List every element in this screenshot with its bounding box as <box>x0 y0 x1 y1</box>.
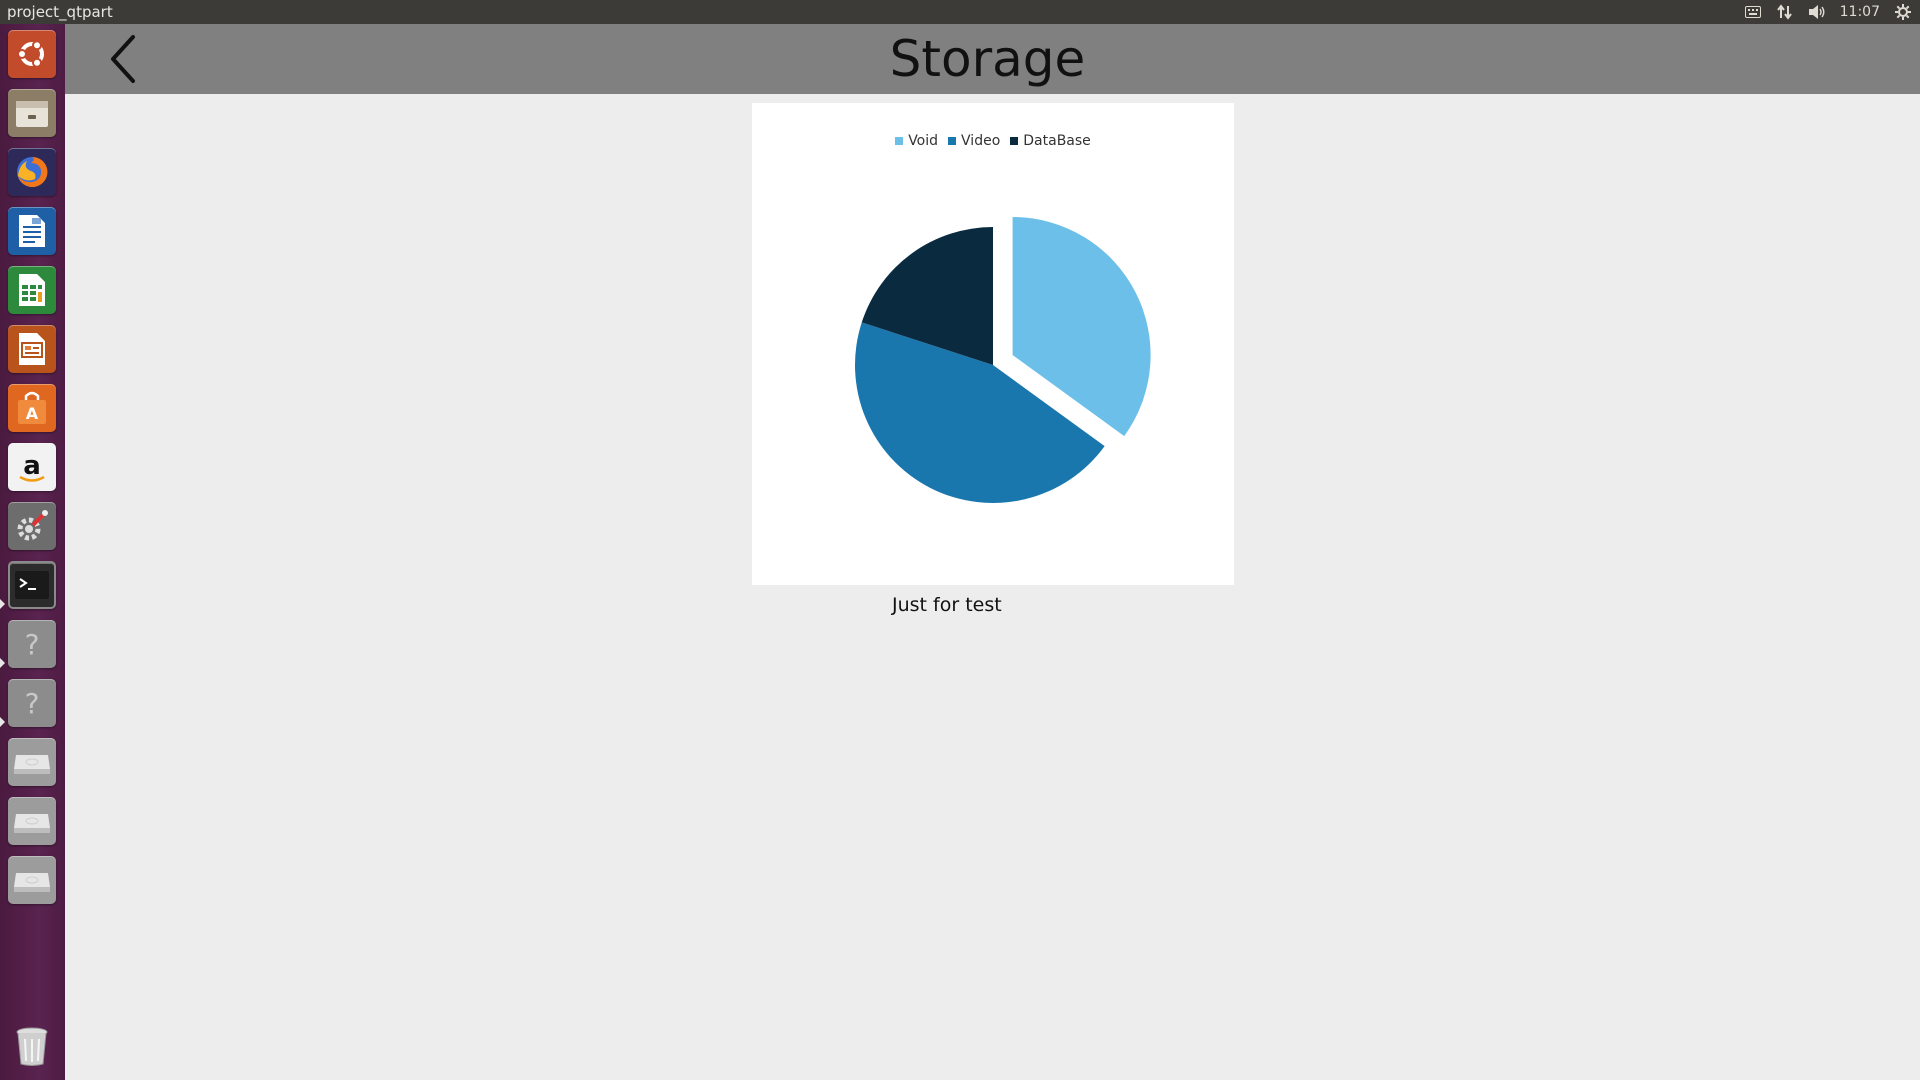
keyboard-icon[interactable] <box>1744 3 1762 21</box>
unknown-app-icon: ? <box>8 679 56 727</box>
drive-icon <box>8 797 56 845</box>
network-icon[interactable] <box>1776 3 1794 21</box>
writer-icon <box>8 207 56 255</box>
running-indicator <box>0 717 5 727</box>
svg-text:?: ? <box>25 687 40 720</box>
volume-icon[interactable] <box>1808 3 1826 21</box>
amazon-button[interactable]: a <box>6 441 58 493</box>
launcher: A a ? ? <box>0 24 65 1080</box>
software-center-button[interactable]: A <box>6 382 58 434</box>
impress-icon <box>8 325 56 373</box>
calc-button[interactable] <box>6 264 58 316</box>
terminal-icon <box>8 561 56 609</box>
window-title: project_qtpart <box>7 3 113 21</box>
writer-button[interactable] <box>6 205 58 257</box>
drive-icon <box>8 738 56 786</box>
pie-chart: Void Video DataBase <box>752 103 1234 585</box>
svg-text:A: A <box>26 404 39 423</box>
ubuntu-dash-button[interactable] <box>6 28 58 80</box>
svg-text:?: ? <box>25 628 40 661</box>
top-panel: project_qtpart 11:07 <box>0 0 1920 24</box>
clock[interactable]: 11:07 <box>1840 4 1880 20</box>
indicator-area: 11:07 <box>1744 3 1912 21</box>
running-indicator <box>0 658 5 668</box>
trash-icon <box>8 1022 56 1070</box>
firefox-button[interactable] <box>6 146 58 198</box>
caption-label: Just for test <box>892 594 1002 616</box>
drive-icon <box>8 856 56 904</box>
unknown-app-button[interactable]: ? <box>6 618 58 670</box>
drive-button[interactable] <box>6 736 58 788</box>
firefox-icon <box>8 148 56 196</box>
drive-button[interactable] <box>6 795 58 847</box>
files-icon <box>8 89 56 137</box>
calc-icon <box>8 266 56 314</box>
trash-button[interactable] <box>6 1020 58 1072</box>
system-settings-icon <box>8 502 56 550</box>
drive-button[interactable] <box>6 854 58 906</box>
amazon-icon: a <box>8 443 56 491</box>
pie-chart-canvas <box>854 217 1151 504</box>
files-button[interactable] <box>6 87 58 139</box>
app-window: Storage Void Video DataBase Just for test <box>65 24 1920 1080</box>
unknown-app-button[interactable]: ? <box>6 677 58 729</box>
header-bar: Storage <box>65 24 1920 94</box>
terminal-button[interactable] <box>6 559 58 611</box>
unknown-app-icon: ? <box>8 620 56 668</box>
system-settings-button[interactable] <box>6 500 58 552</box>
ubuntu-dash-icon <box>8 30 56 78</box>
settings-icon[interactable] <box>1894 3 1912 21</box>
svg-text:a: a <box>23 451 41 481</box>
running-indicator <box>0 599 5 609</box>
software-center-icon: A <box>8 384 56 432</box>
impress-button[interactable] <box>6 323 58 375</box>
page-title: Storage <box>889 30 1086 88</box>
